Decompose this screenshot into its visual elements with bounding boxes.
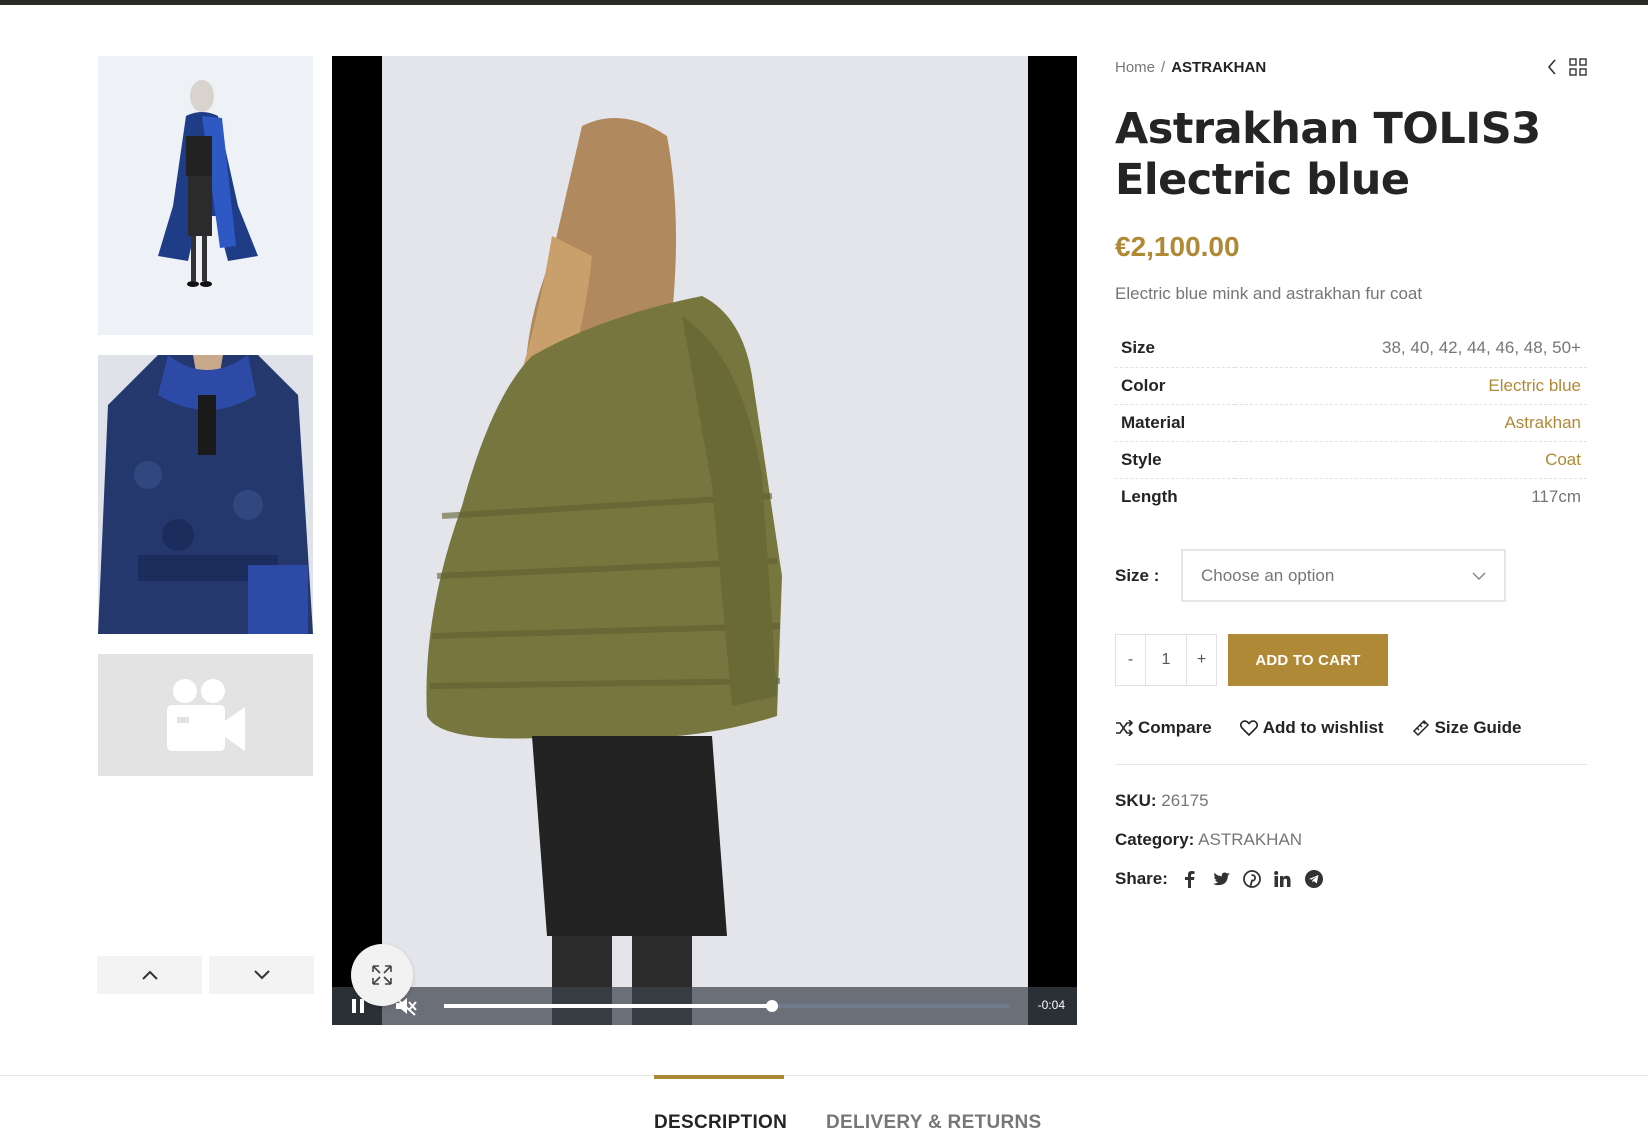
product-attributes-table: Size 38, 40, 42, 44, 46, 48, 50+ Color Elec… bbox=[1115, 330, 1587, 515]
video-progress-knob[interactable] bbox=[766, 1000, 779, 1012]
add-to-wishlist-button[interactable]: Add to wishlist bbox=[1239, 718, 1384, 738]
breadcrumb-current[interactable]: ASTRAKHAN bbox=[1171, 59, 1266, 76]
ruler-icon bbox=[1412, 719, 1429, 737]
video-progress-fill bbox=[444, 1004, 773, 1008]
sku-label: SKU: bbox=[1115, 791, 1157, 810]
attribute-value[interactable]: Coat bbox=[1235, 441, 1587, 478]
shuffle-icon bbox=[1116, 720, 1133, 736]
thumbnail-image-2 bbox=[98, 355, 313, 634]
video-still-model-green-coat bbox=[382, 56, 1028, 1025]
attribute-row-material: Material Astrakhan bbox=[1115, 404, 1587, 441]
thumbnail-blue-coat-open[interactable] bbox=[98, 56, 313, 335]
size-guide-button[interactable]: Size Guide bbox=[1412, 718, 1522, 738]
thumbnail-video[interactable] bbox=[98, 654, 313, 776]
thumbnail-astrakhan-detail[interactable] bbox=[98, 355, 313, 634]
add-to-cart-button[interactable]: ADD TO CART bbox=[1228, 634, 1388, 686]
attribute-row-length: Length 117cm bbox=[1115, 478, 1587, 515]
chevron-up-icon bbox=[141, 970, 158, 980]
attribute-value: 38, 40, 42, 44, 46, 48, 50+ bbox=[1382, 338, 1581, 358]
thumbnail-prev-button[interactable] bbox=[97, 956, 202, 994]
attribute-label: Size bbox=[1121, 338, 1156, 358]
chevron-left-icon[interactable] bbox=[1547, 59, 1557, 75]
top-header-strip bbox=[0, 0, 1648, 5]
video-time-remaining: -0:04 bbox=[1037, 998, 1065, 1012]
attribute-label: Style bbox=[1121, 449, 1162, 469]
attribute-row-color: Color Electric blue bbox=[1115, 367, 1587, 404]
compare-label: Compare bbox=[1138, 718, 1212, 737]
summary-divider bbox=[1115, 764, 1587, 765]
linkedin-icon[interactable] bbox=[1274, 870, 1292, 888]
breadcrumb-home[interactable]: Home bbox=[1115, 59, 1155, 76]
thumbnail-next-button[interactable] bbox=[209, 956, 314, 994]
video-camera-icon bbox=[166, 679, 245, 751]
size-variation: Size : Choose an option bbox=[1115, 549, 1587, 602]
attribute-label: Length bbox=[1121, 486, 1178, 506]
video-progress-bar[interactable] bbox=[444, 1000, 1010, 1012]
quantity-input[interactable]: 1 bbox=[1145, 635, 1187, 685]
breadcrumb: Home / ASTRAKHAN bbox=[1115, 56, 1587, 80]
pause-icon bbox=[352, 999, 364, 1013]
facebook-icon[interactable] bbox=[1181, 870, 1199, 888]
attribute-value: 117cm bbox=[1531, 486, 1581, 506]
fullscreen-button[interactable] bbox=[351, 944, 413, 1006]
attribute-value[interactable]: Electric blue bbox=[1235, 367, 1587, 404]
size-select[interactable]: Choose an option bbox=[1181, 549, 1506, 602]
share-label: Share: bbox=[1115, 869, 1168, 888]
product-price: €2,100.00 bbox=[1115, 231, 1240, 262]
product-nav bbox=[1547, 58, 1587, 76]
compare-button[interactable]: Compare bbox=[1115, 718, 1212, 738]
product-short-description: Electric blue mink and astrakhan fur coa… bbox=[1115, 284, 1423, 303]
attribute-label: Material bbox=[1121, 412, 1186, 432]
product-summary: Home / ASTRAKHAN Astrakhan TOLIS3 Electric… bbox=[1115, 56, 1587, 906]
category-link[interactable]: ASTRAKHAN bbox=[1198, 830, 1302, 849]
attribute-label: Color bbox=[1121, 375, 1166, 395]
product-meta: SKU: 26175 Category: ASTRAKHAN Share: bbox=[1115, 789, 1587, 891]
heart-icon bbox=[1239, 720, 1258, 736]
sku-value: 26175 bbox=[1161, 791, 1209, 810]
attribute-value[interactable]: Astrakhan bbox=[1235, 404, 1587, 441]
grid-icon[interactable] bbox=[1569, 58, 1587, 76]
quantity-stepper: - 1 + bbox=[1115, 634, 1217, 686]
chevron-down-icon bbox=[253, 970, 270, 980]
sku-row: SKU: 26175 bbox=[1115, 789, 1587, 813]
video-frame bbox=[382, 56, 1028, 1025]
expand-icon bbox=[372, 965, 392, 985]
product-video-player[interactable]: -0:04 bbox=[332, 56, 1077, 1025]
breadcrumb-separator: / bbox=[1161, 59, 1166, 76]
attribute-row-size: Size 38, 40, 42, 44, 46, 48, 50+ bbox=[1115, 330, 1587, 367]
share-row: Share: bbox=[1115, 867, 1587, 891]
size-guide-label: Size Guide bbox=[1434, 718, 1522, 737]
wishlist-label: Add to wishlist bbox=[1262, 718, 1384, 737]
tabs-divider bbox=[0, 1075, 1648, 1076]
attribute-row-style: Style Coat bbox=[1115, 441, 1587, 478]
tab-description[interactable]: DESCRIPTION bbox=[654, 1112, 787, 1134]
twitter-icon[interactable] bbox=[1212, 870, 1230, 888]
category-label: Category: bbox=[1115, 830, 1195, 849]
video-controls-bar: -0:04 bbox=[332, 987, 1077, 1025]
add-to-cart-form: - 1 + ADD TO CART bbox=[1115, 634, 1587, 686]
telegram-icon[interactable] bbox=[1304, 870, 1323, 888]
quantity-minus-button[interactable]: - bbox=[1116, 635, 1145, 685]
tab-delivery-returns[interactable]: DELIVERY & RETURNS bbox=[826, 1112, 1042, 1134]
pinterest-icon[interactable] bbox=[1243, 870, 1261, 888]
category-row: Category: ASTRAKHAN bbox=[1115, 828, 1587, 852]
thumbnail-image-1 bbox=[98, 56, 313, 335]
active-tab-indicator bbox=[654, 1075, 784, 1079]
product-actions: Compare Add to wishlist Size Guide bbox=[1115, 716, 1587, 740]
product-title: Astrakhan TOLIS3 Electric blue bbox=[1115, 104, 1541, 205]
chevron-down-icon bbox=[1472, 571, 1486, 580]
quantity-plus-button[interactable]: + bbox=[1187, 635, 1216, 685]
size-select-placeholder: Choose an option bbox=[1201, 565, 1335, 585]
size-variation-label: Size : bbox=[1115, 565, 1160, 585]
